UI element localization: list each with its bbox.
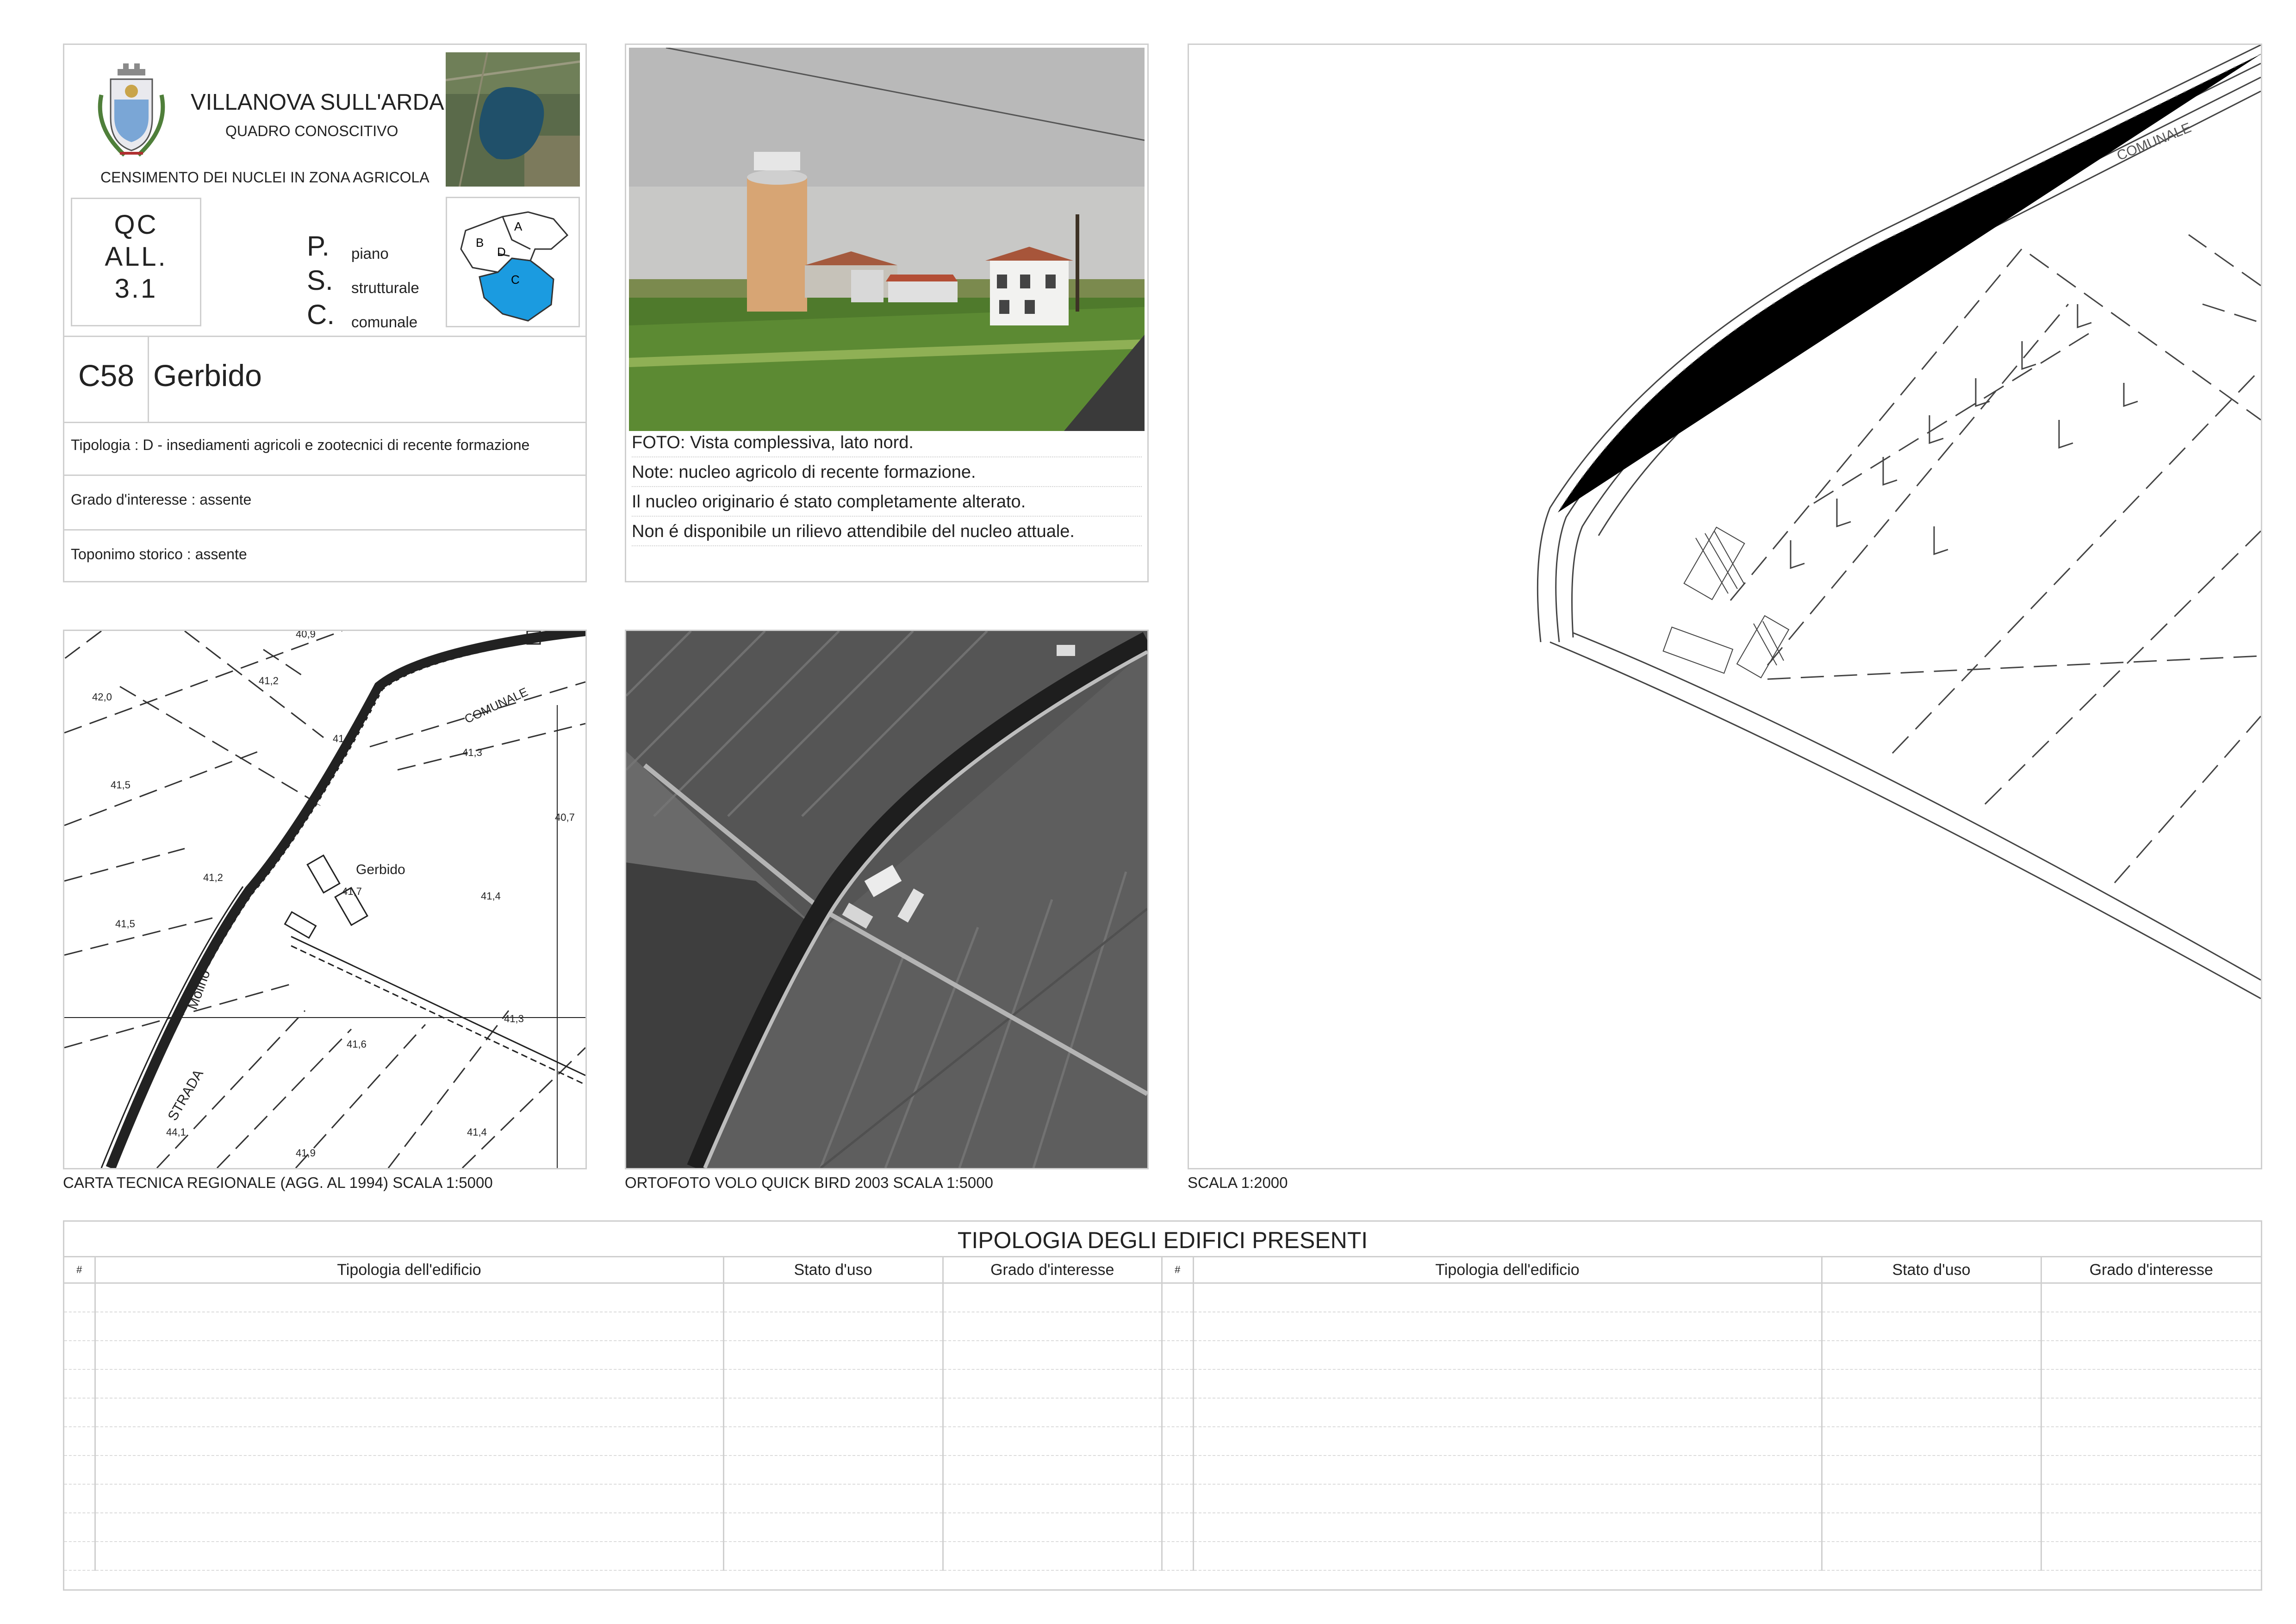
table-title: TIPOLOGIA DEGLI EDIFICI PRESENTI — [64, 1222, 2261, 1257]
svg-text:41,5: 41,5 — [115, 918, 135, 930]
table-row — [1163, 1312, 2261, 1341]
table-right: # Tipologia dell'edificio Stato d'uso Gr… — [1163, 1257, 2261, 1571]
table-row — [1163, 1513, 2261, 1542]
svg-text:41,2: 41,2 — [203, 872, 223, 883]
svg-text:44,1: 44,1 — [166, 1126, 186, 1138]
aerial-thumbnail-icon — [446, 52, 580, 187]
col-grado: Grado d'interesse — [942, 1257, 1161, 1284]
divider — [64, 336, 585, 337]
photo-note-4: Non é disponibile un rilievo attendibile… — [632, 522, 1142, 546]
nucleus-code: C58 — [78, 358, 135, 393]
table-row — [64, 1398, 1161, 1427]
table-row — [1163, 1455, 2261, 1485]
svg-text:41,9: 41,9 — [296, 1147, 316, 1159]
table-row — [64, 1369, 1161, 1399]
psc-letter-s: S. — [307, 265, 333, 296]
title-block: VILLANOVA SULL'ARDA QUADRO CONOSCITIVO C… — [63, 44, 587, 582]
divider — [148, 336, 149, 422]
table-row — [1163, 1398, 2261, 1427]
table-row — [1163, 1341, 2261, 1370]
zone-map-icon: A B C D — [446, 197, 580, 327]
svg-text:42,0: 42,0 — [92, 691, 112, 703]
psc-word-piano: piano — [351, 245, 389, 262]
svg-text:40,9: 40,9 — [296, 631, 316, 640]
table-row — [1163, 1542, 2261, 1571]
tipologia-text: Tipologia : D - insediamenti agricoli e … — [71, 437, 530, 453]
divider — [64, 475, 585, 476]
ortophoto-caption: ORTOFOTO VOLO QUICK BIRD 2003 SCALA 1:50… — [625, 1174, 993, 1191]
table-header: # Tipologia dell'edificio Stato d'uso Gr… — [64, 1257, 1161, 1284]
table-row — [64, 1283, 1161, 1312]
photo-note-1: FOTO: Vista complessiva, lato nord. — [632, 433, 1142, 457]
grado-text: Grado d'interesse : assente — [71, 491, 252, 508]
divider — [64, 529, 585, 531]
photo-note-3: Il nucleo originario é stato completamen… — [632, 492, 1142, 517]
toponimo-text: Toponimo storico : assente — [71, 546, 247, 562]
ctr-map-caption: CARTA TECNICA REGIONALE (AGG. AL 1994) S… — [63, 1174, 493, 1191]
table-row — [1163, 1427, 2261, 1456]
svg-text:41,2: 41,2 — [259, 675, 279, 687]
svg-text:B: B — [476, 236, 484, 250]
table-row — [64, 1312, 1161, 1341]
photo-note-2: Note: nucleo agricolo di recente formazi… — [632, 462, 1142, 487]
doc-code-2: ALL. — [105, 242, 168, 272]
psc-letter-c: C. — [307, 299, 335, 330]
col-number: # — [64, 1257, 95, 1284]
table-row — [64, 1484, 1161, 1513]
svg-text:41,5: 41,5 — [111, 779, 131, 791]
coat-of-arms-icon — [92, 62, 171, 160]
table-row — [64, 1341, 1161, 1370]
table-row — [64, 1455, 1161, 1485]
subtitle: QUADRO CONOSCITIVO — [225, 123, 398, 139]
svg-text:41,2: 41,2 — [333, 733, 353, 744]
census-title: CENSIMENTO DEI NUCLEI IN ZONA AGRICOLA — [100, 169, 429, 186]
col-number: # — [1163, 1257, 1193, 1284]
col-tipologia: Tipologia dell'edificio — [94, 1257, 723, 1284]
table-row — [1163, 1283, 2261, 1312]
svg-text:41,4: 41,4 — [481, 890, 501, 902]
divider — [64, 422, 585, 423]
doc-code-1: QC — [114, 210, 158, 240]
col-grado: Grado d'interesse — [2040, 1257, 2261, 1284]
table-left: # Tipologia dell'edificio Stato d'uso Gr… — [64, 1257, 1161, 1571]
plan-caption: SCALA 1:2000 — [1188, 1174, 1288, 1191]
svg-text:Gerbido: Gerbido — [356, 862, 405, 877]
doc-code-3: 3.1 — [114, 274, 158, 304]
svg-text:40,7: 40,7 — [555, 812, 575, 823]
col-stato: Stato d'uso — [722, 1257, 943, 1284]
doc-code-box: QC ALL. 3.1 — [71, 198, 201, 326]
photo-panel: FOTO: Vista complessiva, lato nord. Note… — [625, 44, 1149, 582]
svg-text:A: A — [514, 219, 523, 233]
svg-text:C: C — [511, 273, 520, 287]
svg-text:41,4: 41,4 — [467, 1126, 487, 1138]
table-row — [64, 1427, 1161, 1456]
table-row — [1163, 1369, 2261, 1399]
plan-drawing: COMUNALE — [1188, 44, 2262, 1169]
psc-word-comunale: comunale — [351, 313, 418, 331]
table-row — [64, 1513, 1161, 1542]
ortophoto — [625, 630, 1149, 1169]
svg-text:D: D — [497, 245, 506, 259]
buildings-table: TIPOLOGIA DEGLI EDIFICI PRESENTI # Tipol… — [63, 1220, 2262, 1591]
svg-text:41,6: 41,6 — [347, 1038, 367, 1050]
svg-text:41,3: 41,3 — [462, 747, 482, 758]
col-tipologia: Tipologia dell'edificio — [1192, 1257, 1822, 1284]
table-row — [64, 1542, 1161, 1571]
site-photo — [629, 48, 1145, 431]
svg-text:41,3: 41,3 — [504, 1013, 524, 1024]
psc-word-strutturale: strutturale — [351, 279, 419, 296]
ctr-map: 40,9 42,0 41,2 41,2 41,3 40,7 COMUNALE 4… — [63, 630, 587, 1169]
table-header: # Tipologia dell'edificio Stato d'uso Gr… — [1163, 1257, 2261, 1284]
svg-text:41,7: 41,7 — [342, 886, 362, 897]
nucleus-name: Gerbido — [153, 358, 262, 393]
col-stato: Stato d'uso — [1821, 1257, 2041, 1284]
municipality-title: VILLANOVA SULL'ARDA — [191, 90, 444, 115]
table-row — [1163, 1484, 2261, 1513]
psc-letter-p: P. — [307, 231, 330, 262]
